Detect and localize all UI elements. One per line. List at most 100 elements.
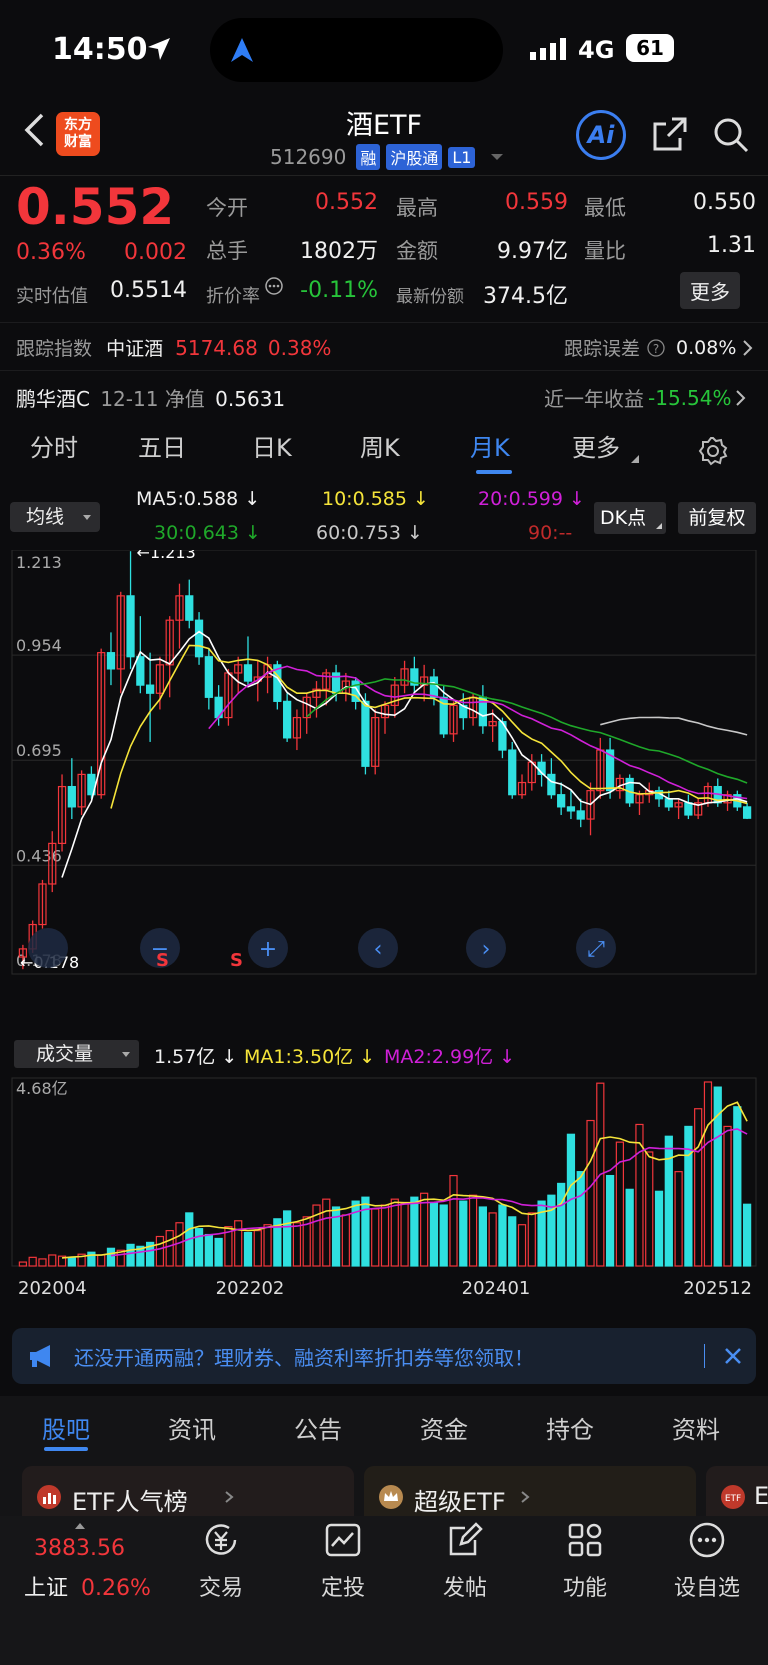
volume-bar: [283, 1210, 292, 1267]
ma20-label: 20:0.599 ↓: [478, 488, 585, 510]
share-icon[interactable]: [652, 116, 688, 156]
more-quote-button[interactable]: 更多: [680, 272, 740, 309]
chevron-down-icon: [83, 515, 91, 520]
fund-return-row[interactable]: 近一年收益 -15.54%: [544, 383, 747, 412]
index-value[interactable]: 3883.56: [34, 1536, 125, 1561]
tab-more[interactable]: 更多: [572, 428, 620, 463]
chart-frame: [11, 550, 757, 975]
volume-selector[interactable]: 成交量: [14, 1040, 139, 1068]
nav-add-watchlist[interactable]: 设自选: [662, 1520, 752, 1602]
ma30-line: [306, 678, 748, 784]
settings-gear-icon[interactable]: [698, 436, 728, 470]
volume-chart[interactable]: 4.68亿 202004 202202 202401 202512: [0, 1070, 768, 1310]
tracking-error-row[interactable]: 跟踪误差 ? 0.08%: [564, 334, 754, 361]
volume-bar: [488, 1212, 497, 1267]
estimate-label: 实时估值: [16, 286, 88, 307]
x-tick-label: 202202: [216, 1278, 285, 1299]
nav-label: 功能: [562, 1576, 607, 1601]
tab-five-day[interactable]: 五日: [138, 428, 186, 463]
chevron-right-icon: [743, 339, 753, 356]
chevron-right-icon: [521, 1491, 530, 1503]
volume-bar: [243, 1231, 253, 1267]
more-info-icon[interactable]: [264, 276, 284, 300]
volume-frame: [11, 1077, 757, 1267]
caret-up-icon: [75, 1523, 85, 1529]
volume-bar: [654, 1190, 664, 1267]
zoom-out-circle: [28, 928, 68, 968]
x-tick-label: 202512: [683, 1278, 752, 1299]
volume-bar: [38, 1258, 47, 1267]
tab-intraday[interactable]: 分时: [30, 428, 78, 463]
search-icon[interactable]: [712, 116, 750, 158]
nav-invest-plan[interactable]: 定投: [298, 1520, 388, 1602]
ma60-label: 60:0.753 ↓: [316, 522, 423, 544]
volume-bar: [361, 1196, 370, 1267]
nav-post[interactable]: 发帖: [420, 1520, 510, 1602]
volume-bar: [468, 1194, 478, 1267]
promo-divider: [704, 1344, 705, 1368]
candle-body: [126, 595, 135, 658]
open-label: 今开: [206, 196, 248, 220]
volume-value: 1802万: [300, 239, 378, 264]
tab-holdings[interactable]: 持仓: [546, 1410, 594, 1445]
ai-label: Ai: [587, 121, 615, 149]
fund-date: 12-11: [100, 387, 159, 411]
nav-functions[interactable]: 功能: [540, 1520, 630, 1602]
volume-bar: [625, 1188, 634, 1267]
candle-body: [547, 773, 556, 796]
volume-bar: [586, 1119, 595, 1267]
promo-banner[interactable]: 还没开通两融？理财券、融资利率折扣券等您领取！: [12, 1328, 756, 1384]
help-icon: ?: [647, 338, 665, 357]
adjust-button[interactable]: 前复权: [678, 502, 756, 534]
candle-body: [508, 749, 517, 796]
nav-label: 定投: [320, 1576, 365, 1601]
volume-bar: [459, 1200, 468, 1267]
tab-announcements[interactable]: 公告: [294, 1410, 342, 1445]
dk-point-button[interactable]: DK点: [594, 502, 666, 534]
tab-news[interactable]: 资讯: [168, 1410, 216, 1445]
volume-bar: [508, 1216, 517, 1267]
candle-body: [185, 595, 194, 621]
stock-code-row[interactable]: 512690 融 沪股通 L1: [270, 144, 505, 170]
kline-chart[interactable]: 1.2130.9540.6950.4360.178←1.213←0.178−+‹…: [0, 550, 768, 1036]
dynamic-island: [210, 18, 503, 82]
tracking-index-value: 5174.68: [175, 336, 258, 360]
tab-forum[interactable]: 股吧: [42, 1410, 90, 1445]
tool-glyph: ⤢: [587, 937, 605, 962]
badge-level: L1: [448, 146, 476, 168]
stock-code: 512690: [270, 145, 347, 169]
more-dots-icon: [689, 1522, 725, 1558]
ma-selector[interactable]: 均线: [10, 502, 100, 532]
tab-funds[interactable]: 资金: [420, 1410, 468, 1445]
volume-bar: [684, 1125, 693, 1267]
volume-bar: [204, 1233, 213, 1267]
status-bar: 14:50 4G 61: [0, 0, 768, 100]
volume-bar: [420, 1192, 429, 1267]
trend-chart-icon: [325, 1523, 361, 1557]
ma30-label: 30:0.643 ↓: [154, 522, 261, 544]
volume-label: 总手: [206, 239, 248, 263]
volume-bar: [214, 1237, 223, 1267]
y-tick-label: 0.954: [16, 636, 62, 655]
index-row[interactable]: 上证 0.26%: [24, 1570, 151, 1602]
svg-text:ETF: ETF: [725, 1494, 741, 1504]
candle-body: [664, 798, 673, 808]
tab-monthly-k[interactable]: 月K: [470, 428, 510, 463]
chevron-right-icon: [225, 1491, 234, 1503]
nav-trade[interactable]: 交易: [176, 1520, 266, 1602]
fund-row[interactable]: 鹏华酒C 12-11 净值 0.5631: [16, 383, 285, 412]
shares-value: 374.5亿: [483, 284, 568, 309]
tab-weekly-k[interactable]: 周K: [360, 428, 400, 463]
y-tick-label: 0.436: [16, 846, 62, 865]
close-icon[interactable]: [724, 1347, 742, 1365]
ma10-label: 10:0.585 ↓: [322, 488, 429, 510]
fund-return-value: -15.54%: [648, 385, 732, 410]
yen-circle-icon: [205, 1524, 237, 1555]
y-tick-label: 0.695: [16, 741, 62, 760]
ai-assistant-button[interactable]: Ai: [576, 110, 626, 160]
tab-daily-k[interactable]: 日K: [252, 428, 292, 463]
etf-badge-icon: ETF: [721, 1485, 745, 1509]
tab-profile[interactable]: 资料: [672, 1410, 720, 1445]
tracking-row[interactable]: 跟踪指数 中证酒 5174.68 0.38%: [16, 334, 331, 361]
tracking-index-name: 中证酒: [106, 338, 164, 360]
